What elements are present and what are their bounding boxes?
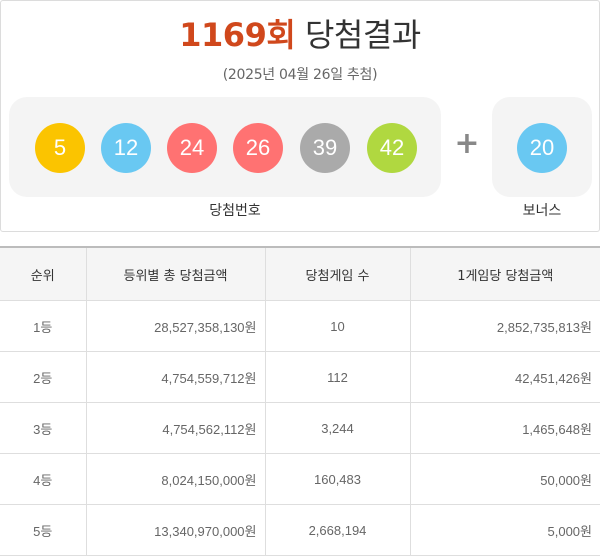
rank-cell: 4등	[0, 453, 87, 505]
header-total-prize: 등위별 총 당첨금액	[85, 246, 266, 301]
table-row: 5등 13,340,970,000원 2,668,194 5,000원	[0, 504, 600, 556]
prize-per-game-cell: 2,852,735,813원	[409, 300, 600, 352]
table-row: 3등 4,754,562,112원 3,244 1,465,648원	[0, 402, 600, 454]
winner-count-cell: 2,668,194	[264, 504, 411, 556]
winning-numbers-label: 당첨번호	[209, 203, 261, 219]
prize-per-game-cell: 1,465,648원	[409, 402, 600, 454]
plus-icon: +	[454, 126, 480, 161]
rank-cell: 1등	[0, 300, 87, 352]
number-ball-1: 5	[35, 123, 85, 173]
header-rank: 순위	[0, 246, 87, 301]
winner-count-cell: 160,483	[264, 453, 411, 505]
table-row: 1등 28,527,358,130원 10 2,852,735,813원	[0, 300, 600, 352]
draw-round: 1169회	[179, 16, 296, 54]
number-ball-5: 39	[300, 123, 350, 173]
number-ball-3: 24	[167, 123, 217, 173]
bonus-ball: 20	[517, 123, 567, 173]
prize-table: 순위 등위별 총 당첨금액 당첨게임 수 1게임당 당첨금액 1등 28,527…	[0, 246, 600, 556]
winner-count-cell: 10	[264, 300, 411, 352]
number-ball-2: 12	[101, 123, 151, 173]
total-prize-cell: 4,754,559,712원	[85, 351, 266, 403]
page-title: 1169회 당첨결과	[1, 15, 599, 55]
table-header-row: 순위 등위별 총 당첨금액 당첨게임 수 1게임당 당첨금액	[0, 246, 600, 301]
rank-cell: 5등	[0, 504, 87, 556]
draw-date: (2025년 04월 26일 추첨)	[222, 67, 378, 83]
prize-per-game-cell: 5,000원	[409, 504, 600, 556]
header-winner-count: 당첨게임 수	[264, 246, 411, 301]
draw-result-panel: 1169회 당첨결과 (2025년 04월 26일 추첨) 5 12 24 26…	[0, 0, 600, 232]
winner-count-cell: 112	[264, 351, 411, 403]
table-row: 2등 4,754,559,712원 112 42,451,426원	[0, 351, 600, 403]
rank-cell: 3등	[0, 402, 87, 454]
total-prize-cell: 13,340,970,000원	[85, 504, 266, 556]
table-row: 4등 8,024,150,000원 160,483 50,000원	[0, 453, 600, 505]
bonus-label: 보너스	[522, 203, 562, 219]
title-text: 당첨결과	[304, 16, 421, 54]
winning-numbers-panel: 5 12 24 26 39 42	[9, 97, 441, 197]
total-prize-cell: 28,527,358,130원	[85, 300, 266, 352]
total-prize-cell: 4,754,562,112원	[85, 402, 266, 454]
winner-count-cell: 3,244	[264, 402, 411, 454]
total-prize-cell: 8,024,150,000원	[85, 453, 266, 505]
number-ball-6: 42	[367, 123, 417, 173]
prize-per-game-cell: 50,000원	[409, 453, 600, 505]
rank-cell: 2등	[0, 351, 87, 403]
bonus-number-panel: 20	[492, 97, 592, 197]
number-ball-4: 26	[233, 123, 283, 173]
header-prize-per-game: 1게임당 당첨금액	[409, 246, 600, 301]
prize-per-game-cell: 42,451,426원	[409, 351, 600, 403]
